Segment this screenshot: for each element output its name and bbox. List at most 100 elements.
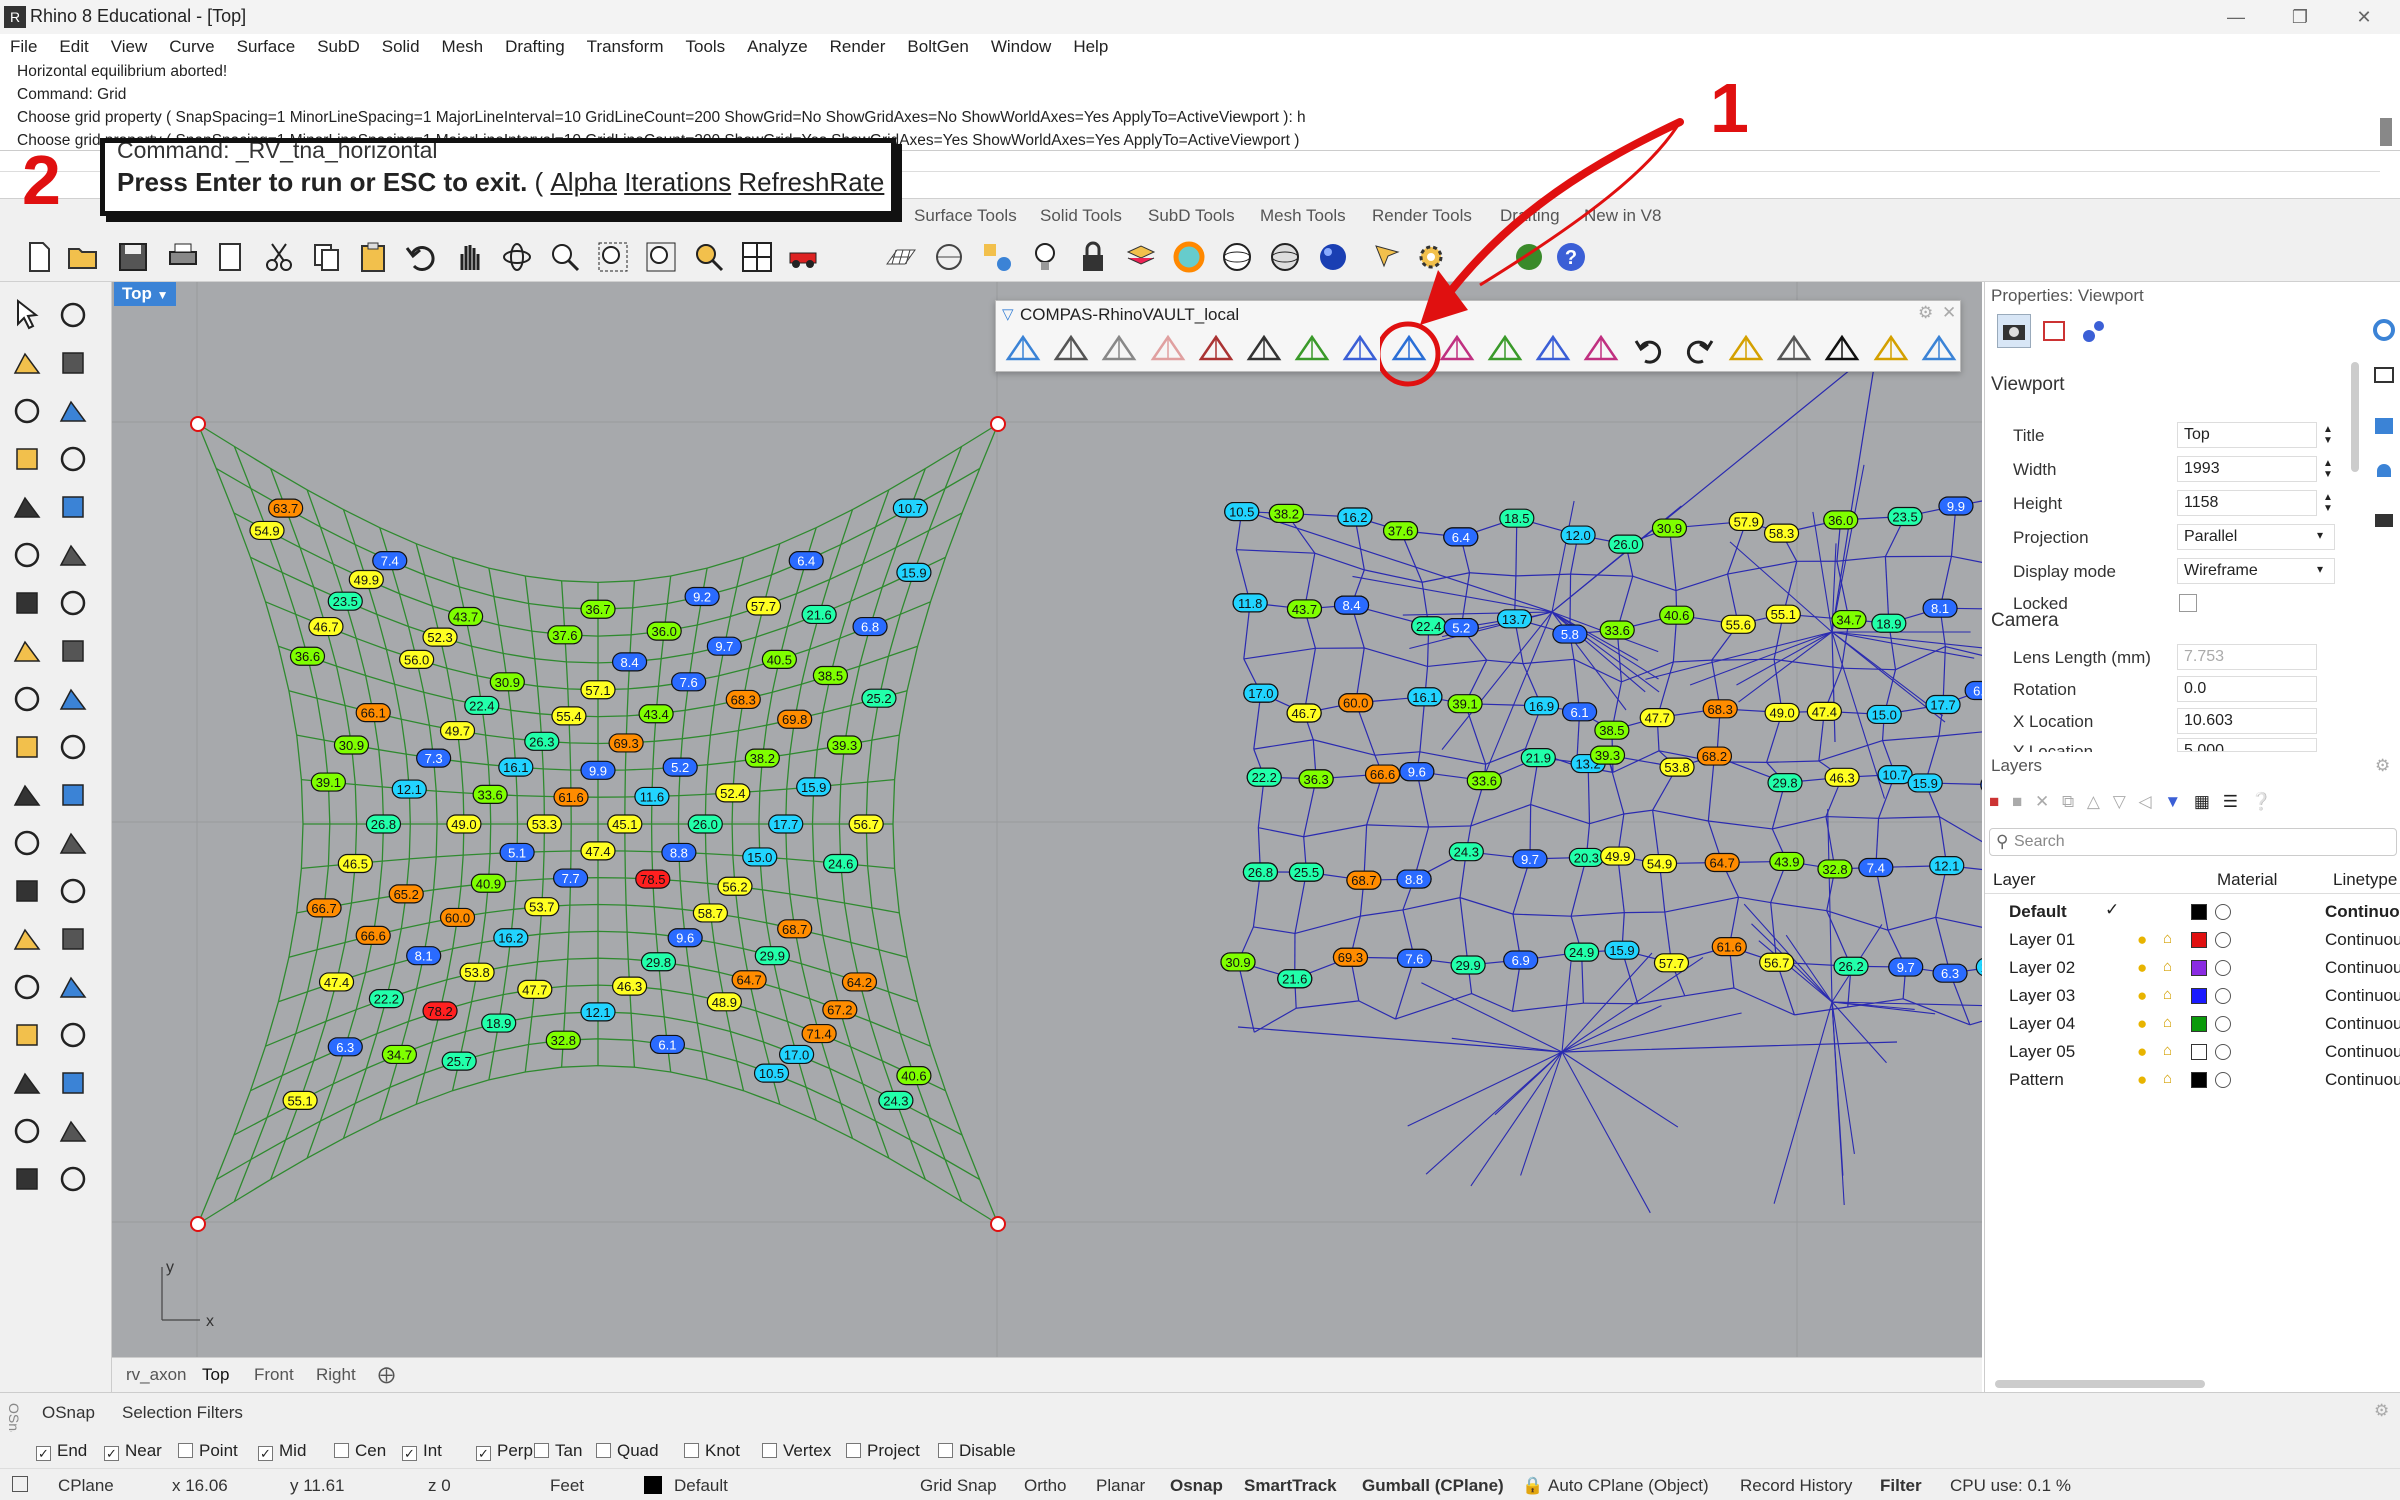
light-tool-icon[interactable] — [10, 1162, 44, 1196]
osnap-toggle[interactable]: Osnap — [1170, 1476, 1223, 1496]
rotate-view-icon[interactable] — [500, 240, 534, 274]
camera-value-lens-length-mm-[interactable]: 7.753 — [2177, 644, 2317, 670]
layer-linetype[interactable]: Continuous — [2325, 902, 2400, 922]
support-anchor[interactable] — [990, 1216, 1006, 1232]
sphere-icon[interactable] — [56, 586, 90, 620]
analyze-icon[interactable] — [56, 1066, 90, 1100]
visibility-bulb-icon[interactable]: ● — [2137, 1014, 2147, 1034]
save-icon[interactable] — [116, 240, 150, 274]
rv-init-icon[interactable] — [1004, 331, 1042, 369]
tab-rv-axon[interactable]: rv_axon — [126, 1365, 186, 1385]
camera-value-x-location[interactable]: 10.603 — [2177, 708, 2317, 734]
rv-supports-icon[interactable] — [1149, 331, 1187, 369]
prop-value-width[interactable]: 1993 — [2177, 456, 2317, 482]
tab-osnap[interactable]: OSnap — [42, 1403, 95, 1423]
locked-checkbox[interactable] — [2179, 594, 2197, 612]
circle-icon[interactable] — [10, 394, 44, 428]
visibility-bulb-icon[interactable]: ● — [2137, 986, 2147, 1006]
new-layer-icon[interactable]: ■ — [1989, 792, 1999, 811]
prop-value-display-mode[interactable]: Wireframe — [2177, 558, 2335, 584]
osnap-perp[interactable]: ✓ Perp — [476, 1441, 533, 1461]
rv-sphere-icon[interactable] — [1341, 331, 1379, 369]
column-layer[interactable]: Layer — [1993, 870, 2036, 890]
align-icon[interactable] — [56, 1018, 90, 1052]
visibility-bulb-icon[interactable]: ● — [2137, 1070, 2147, 1090]
copy-icon[interactable] — [310, 240, 344, 274]
material-circle-icon[interactable] — [2215, 1016, 2231, 1032]
line-tool-icon[interactable] — [10, 826, 44, 860]
light-bulb-icon[interactable] — [1028, 240, 1062, 274]
menu-curve[interactable]: Curve — [169, 34, 214, 60]
unlocked-icon[interactable]: ⌂ — [2163, 930, 2172, 947]
visibility-bulb-icon[interactable]: ● — [2137, 1042, 2147, 1062]
osnap-disable[interactable]: Disable — [938, 1441, 1016, 1461]
layer-linetype[interactable]: Continuous — [2325, 958, 2400, 978]
blend-icon[interactable] — [56, 778, 90, 812]
menu-view[interactable]: View — [111, 34, 148, 60]
cylinder-icon[interactable] — [10, 634, 44, 668]
auto-cplane-toggle[interactable]: Auto CPlane (Object) — [1548, 1476, 1709, 1496]
layer-row[interactable]: Layer 04 ● ⌂ Continuous — [1985, 1010, 2400, 1038]
curve-icon[interactable] — [56, 346, 90, 380]
render-settings-icon[interactable] — [2081, 318, 2107, 344]
support-anchor[interactable] — [190, 1216, 206, 1232]
properties-scrollbar[interactable] — [2351, 362, 2359, 472]
sweep-icon[interactable] — [10, 1066, 44, 1100]
layers-search-field[interactable]: ⚲ Search — [1989, 828, 2397, 856]
toolbar-settings-icon[interactable]: ⚙ — [1918, 303, 1933, 323]
layer-icon[interactable] — [1124, 240, 1158, 274]
visibility-bulb-icon[interactable]: ● — [2137, 930, 2147, 950]
add-viewport-icon[interactable]: ⨁ — [378, 1365, 395, 1385]
gumball-toggle[interactable]: Gumball (CPlane) — [1362, 1476, 1504, 1496]
tab-selection-filters[interactable]: Selection Filters — [122, 1403, 243, 1423]
rectangle-icon[interactable] — [56, 442, 90, 476]
lock-icon[interactable] — [1076, 240, 1110, 274]
display-mode-icon[interactable] — [2041, 318, 2067, 344]
layer-color-swatch[interactable] — [2191, 904, 2207, 920]
units[interactable]: Feet — [550, 1476, 584, 1496]
layer-color-swatch[interactable] — [2191, 1072, 2207, 1088]
osnap-checkbox[interactable] — [684, 1443, 699, 1458]
osnap-vertex[interactable]: Vertex — [762, 1441, 831, 1461]
osnap-checkbox[interactable] — [178, 1443, 193, 1458]
current-layer[interactable]: Default — [674, 1476, 728, 1496]
panel-settings-icon[interactable]: ⚙ — [2374, 1401, 2389, 1421]
box-icon[interactable] — [10, 586, 44, 620]
duplicate-layer-icon[interactable]: ⧉ — [2062, 792, 2074, 811]
option-refreshrate[interactable]: RefreshRate — [738, 167, 884, 197]
text-icon[interactable] — [10, 874, 44, 908]
tab-front[interactable]: Front — [254, 1365, 294, 1385]
zoom-selected-icon[interactable] — [692, 240, 726, 274]
point-icon[interactable] — [56, 298, 90, 332]
toolbar-close-icon[interactable]: ✕ — [1942, 303, 1956, 323]
top-viewport[interactable]: 71.4 48.9 69.8 67.2 53.3 56.0 52.4 43.4 66.1 39.1… — [112, 282, 1982, 1357]
rv-clean-icon[interactable] — [1872, 331, 1910, 369]
wireframe-sphere-icon[interactable] — [1220, 240, 1254, 274]
unlocked-icon[interactable]: ⌂ — [2163, 958, 2172, 975]
close-button[interactable]: ✕ — [2334, 4, 2394, 30]
tab-solid-tools[interactable]: Solid Tools — [1040, 206, 1122, 226]
layer-row[interactable]: Pattern ● ⌂ Continuous — [1985, 1066, 2400, 1094]
support-anchor[interactable] — [190, 416, 206, 432]
prop-value-height[interactable]: 1158 — [2177, 490, 2317, 516]
record-history-toggle[interactable]: Record History — [1740, 1476, 1852, 1496]
import-icon[interactable] — [214, 240, 248, 274]
polygon-icon[interactable] — [10, 442, 44, 476]
tab-right[interactable]: Right — [316, 1365, 356, 1385]
select-arrow-icon[interactable] — [10, 298, 44, 332]
material-circle-icon[interactable] — [2215, 1072, 2231, 1088]
surface-icon[interactable] — [10, 538, 44, 572]
new-file-icon[interactable] — [22, 240, 56, 274]
gumball-tool-icon[interactable] — [56, 970, 90, 1004]
osnap-project[interactable]: Project — [846, 1441, 920, 1461]
move-up-icon[interactable]: △ — [2087, 792, 2100, 811]
delete-layer-icon[interactable]: ✕ — [2035, 792, 2049, 811]
viewport-layout-icon[interactable] — [740, 240, 774, 274]
undo-icon[interactable] — [404, 240, 438, 274]
cube-tool-icon[interactable] — [10, 970, 44, 1004]
cut-icon[interactable] — [262, 240, 296, 274]
menu-drafting[interactable]: Drafting — [505, 34, 565, 60]
grid-array-icon[interactable] — [10, 1018, 44, 1052]
shaded-sphere-icon[interactable] — [1268, 240, 1302, 274]
menu-subd[interactable]: SubD — [317, 34, 360, 60]
